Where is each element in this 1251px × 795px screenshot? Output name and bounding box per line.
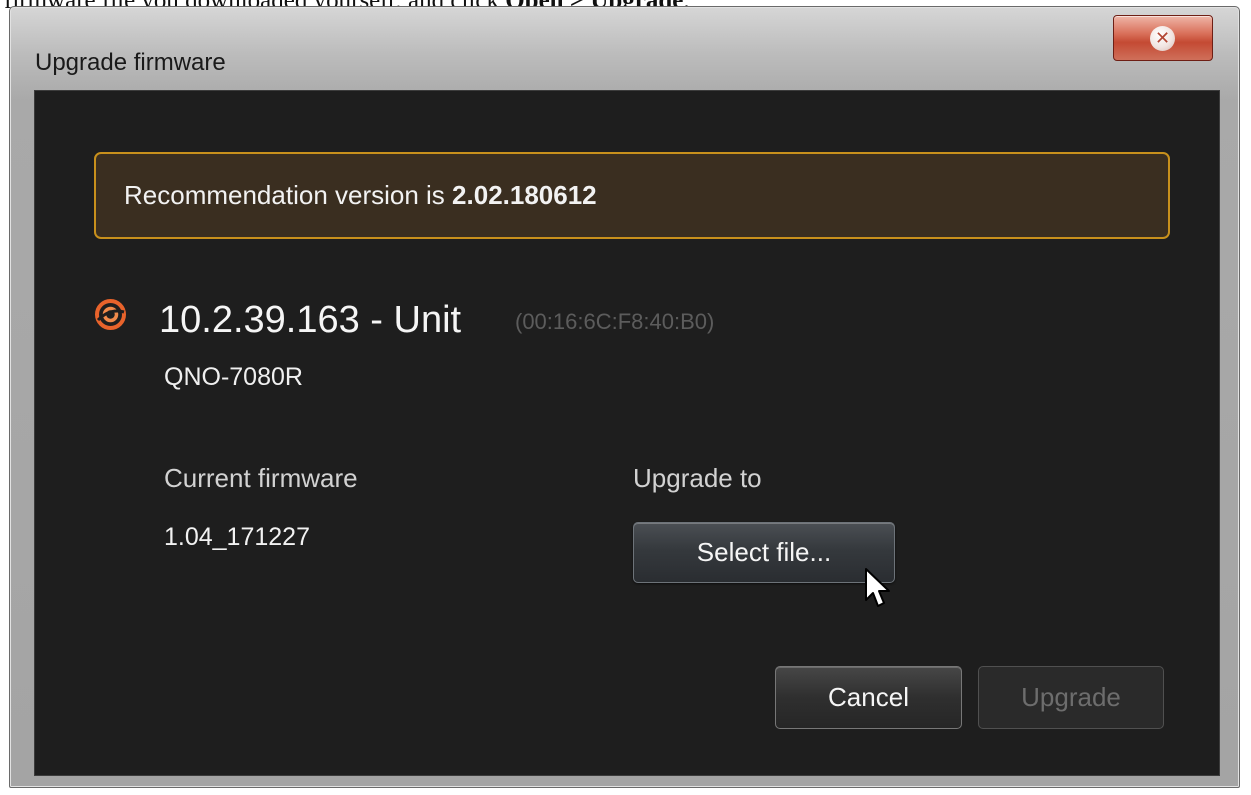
mouse-cursor-icon [865, 568, 890, 607]
upgrade-button[interactable]: Upgrade [978, 666, 1164, 729]
device-model: QNO-7080R [164, 363, 303, 391]
dialog-content: Recommendation version is 2.02.180612 10… [34, 90, 1220, 776]
device-mac-address: (00:16:6C:F8:40:B0) [515, 309, 715, 334]
cancel-button[interactable]: Cancel [775, 666, 962, 729]
select-file-button[interactable]: Select file... [633, 522, 895, 583]
window-title: Upgrade firmware [35, 49, 226, 76]
upgrade-firmware-window: Upgrade firmware ✕ Recommendation versio… [9, 6, 1240, 788]
recommendation-text: Recommendation version is [124, 180, 453, 210]
current-firmware-value: 1.04_171227 [164, 523, 310, 551]
close-button[interactable]: ✕ [1113, 15, 1213, 61]
recommended-version: 2.02.180612 [452, 180, 597, 210]
close-icon: ✕ [1150, 26, 1175, 51]
camera-unit-icon [95, 299, 126, 330]
upgrade-to-label: Upgrade to [633, 463, 762, 493]
device-title: 10.2.39.163 - Unit [159, 299, 462, 341]
current-firmware-label: Current firmware [164, 463, 358, 493]
recommendation-banner: Recommendation version is 2.02.180612 [94, 152, 1170, 239]
